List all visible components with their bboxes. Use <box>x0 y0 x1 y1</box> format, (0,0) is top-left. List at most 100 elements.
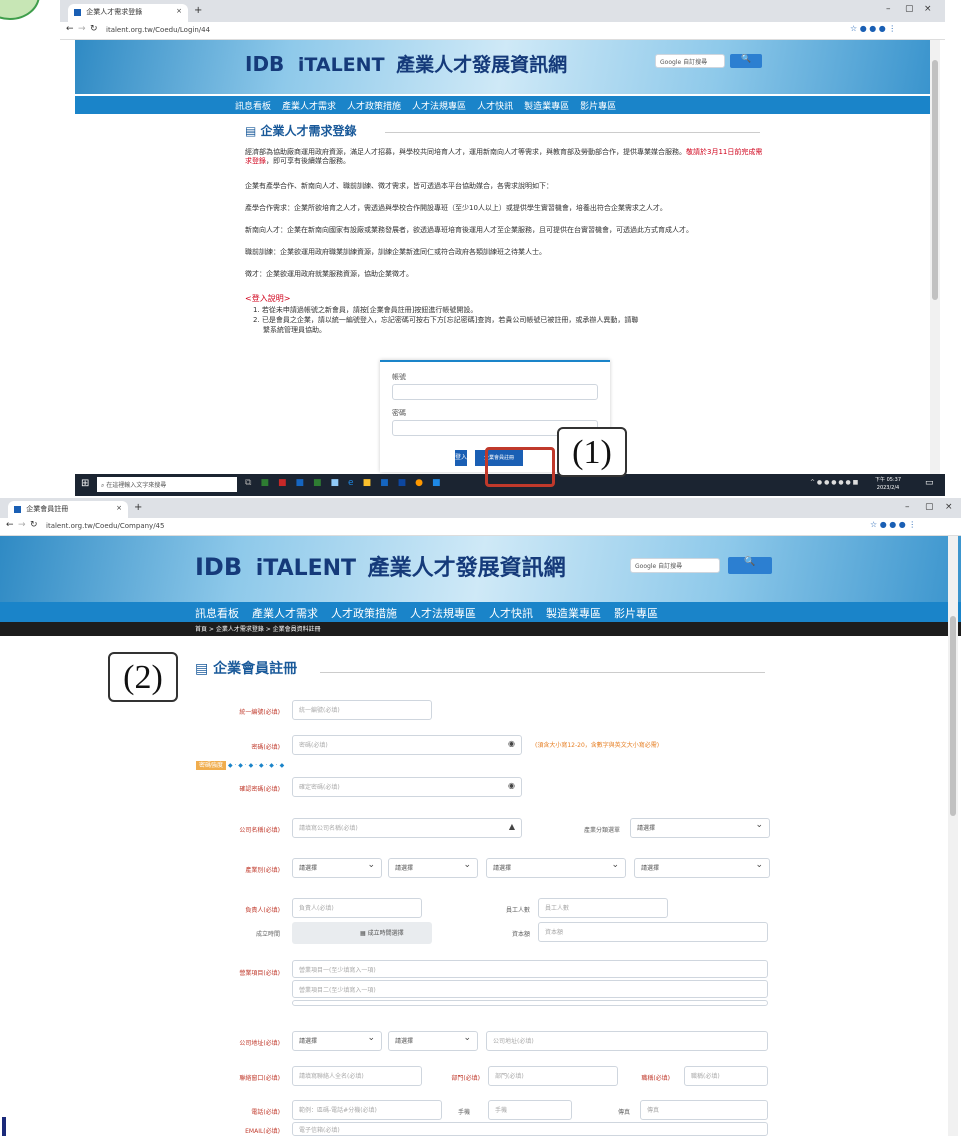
phone-input[interactable]: 範例：區碼-電話#分機(必填) <box>292 1100 442 1120</box>
breadcrumb[interactable]: 首頁 > 企業人才需求登錄 > 企業會員資料註冊 <box>195 624 321 633</box>
tab-close-icon[interactable]: × <box>176 7 182 15</box>
back-icon[interactable]: ← <box>6 520 14 530</box>
back-icon[interactable]: ← <box>66 24 74 34</box>
account-input[interactable] <box>392 384 598 400</box>
business-input-3[interactable] <box>292 1000 768 1006</box>
eye-icon[interactable]: ◉ <box>508 739 515 748</box>
company-name-label: 公司名稱(必填) <box>239 827 280 834</box>
nav-item[interactable]: 影片專區 <box>614 605 658 621</box>
bottom-screenshot: 企業會員註冊 × + – ▢ × ← → ↻ italent.org.tw/Co… <box>0 498 961 1136</box>
notification-icon[interactable]: ▭ <box>925 478 934 488</box>
title-input[interactable]: 職稱(必填) <box>684 1066 768 1086</box>
taskbar-search[interactable]: ⌕ 在這裡輸入文字來搜尋 <box>97 477 237 492</box>
eye-icon[interactable]: ◉ <box>508 781 515 790</box>
nav-item[interactable]: 產業人才需求 <box>252 605 318 621</box>
tax-id-input[interactable]: 統一編號(必填) <box>292 700 432 720</box>
browser-tabbar: 企業人才需求登錄 × + – ▢ × <box>60 0 945 22</box>
nav-item[interactable]: 人才快訊 <box>489 605 533 621</box>
contact-label: 聯絡窗口(必填) <box>239 1075 280 1082</box>
password-label: 密碼(必填) <box>251 744 280 751</box>
page-title: ▤ 企業人才需求登錄 <box>245 124 357 138</box>
window-maximize-icon[interactable]: ▢ <box>905 4 914 14</box>
window-close-icon[interactable]: × <box>924 4 932 14</box>
window-minimize-icon[interactable]: – <box>905 502 910 512</box>
email-input[interactable]: 電子信箱(必填) <box>292 1122 768 1136</box>
browser-tab[interactable]: 企業會員註冊 × <box>8 501 128 518</box>
owner-input[interactable]: 負責人(必填) <box>292 898 422 918</box>
page-scrollbar[interactable] <box>930 40 940 474</box>
founded-picker-button[interactable]: ▦ 成立時間選擇 <box>360 928 404 937</box>
page-scrollbar[interactable] <box>948 536 958 1136</box>
nav-item[interactable]: 製造業專區 <box>524 99 569 112</box>
industry-select-1[interactable]: 請選擇 <box>292 858 382 878</box>
contact-input[interactable]: 請填寫聯絡人全名(必填) <box>292 1066 422 1086</box>
system-tray[interactable]: ^ ● ● ● ● ● ■ <box>810 479 858 486</box>
nav-item[interactable]: 人才法規專區 <box>410 605 476 621</box>
nav-item[interactable]: 影片專區 <box>580 99 616 112</box>
windows-start-icon[interactable]: ⊞ <box>81 478 89 489</box>
business-input-1[interactable]: 營業項目一(至少填寫入一項) <box>292 960 768 978</box>
industry-category-select[interactable]: 請選擇 <box>630 818 770 838</box>
need-industry-academia: 產學合作需求：企業所欲培育之人才，需透過與學校合作開設專班（至少10人以上）或提… <box>245 204 667 212</box>
site-search-input[interactable]: Google 自訂搜尋 <box>630 558 720 573</box>
site-search-button[interactable]: 🔍 <box>728 557 772 574</box>
taskbar-apps[interactable]: ⧉ ■ ■ ■ ■ ■ e ■ ■ ■ ● ■ <box>245 478 440 488</box>
new-tab-icon[interactable]: + <box>134 502 142 513</box>
industry-select-2[interactable]: 請選擇 <box>388 858 478 878</box>
nav-item[interactable]: 人才政策措施 <box>331 605 397 621</box>
tab-close-icon[interactable]: × <box>116 504 122 512</box>
site-banner: IDB iTALENT 產業人才發展資訊網 Google 自訂搜尋 🔍 <box>0 536 961 602</box>
district-select[interactable]: 請選擇 <box>388 1031 478 1051</box>
url-field[interactable]: italent.org.tw/Coedu/Login/44 <box>106 26 210 34</box>
city-select[interactable]: 請選擇 <box>292 1031 382 1051</box>
browser-extension-icons[interactable]: ☆ ● ● ● ⋮ <box>850 24 896 33</box>
mobile-input[interactable]: 手機 <box>488 1100 572 1120</box>
site-search-input[interactable]: Google 自訂搜尋 <box>655 54 725 68</box>
capital-input[interactable]: 資本額 <box>538 922 768 942</box>
password-input[interactable]: 密碼(必填) ◉ <box>292 735 522 755</box>
login-button[interactable]: 登入 <box>455 450 467 466</box>
left-edge-marker <box>2 1117 6 1136</box>
login-note-1: 1. 若從未申請過帳號之新會員，請按[企業會員註冊]按鈕進行帳號開設。 <box>253 306 478 314</box>
nav-item[interactable]: 製造業專區 <box>546 605 601 621</box>
forward-icon[interactable]: → <box>78 24 86 34</box>
confirm-password-input[interactable]: 確定密碼(必填) ◉ <box>292 777 522 797</box>
department-input[interactable]: 部門(必填) <box>488 1066 618 1086</box>
login-note-3: 繫系統管理員協助。 <box>263 326 326 334</box>
email-label: EMAIL(必填) <box>245 1128 280 1135</box>
nav-item[interactable]: 產業人才需求 <box>282 99 336 112</box>
reload-icon[interactable]: ↻ <box>90 24 98 34</box>
address-label: 公司地址(必填) <box>239 1040 280 1047</box>
industry-label: 產業別(必填) <box>245 867 280 874</box>
business-input-2[interactable]: 營業項目二(至少填寫入一項) <box>292 980 768 998</box>
nav-item[interactable]: 訊息看板 <box>195 605 239 621</box>
window-minimize-icon[interactable]: – <box>886 4 891 14</box>
browser-extension-icons[interactable]: ☆ ● ● ● ⋮ <box>870 520 916 529</box>
company-name-input[interactable]: 請填寫公司名稱(必填) ▲ <box>292 818 522 838</box>
nav-item[interactable]: 訊息看板 <box>235 99 271 112</box>
industry-select-3[interactable]: 請選擇 <box>486 858 626 878</box>
tab-title: 企業會員註冊 <box>26 505 69 513</box>
window-close-icon[interactable]: × <box>945 502 953 512</box>
forward-icon[interactable]: → <box>18 520 26 530</box>
nav-item[interactable]: 人才快訊 <box>477 99 513 112</box>
industry-select-4[interactable]: 請選擇 <box>634 858 770 878</box>
site-search-button[interactable]: 🔍 <box>730 54 762 68</box>
reload-icon[interactable]: ↻ <box>30 520 38 530</box>
address-input[interactable]: 公司地址(必填) <box>486 1031 768 1051</box>
site-logo[interactable]: IDB iTALENT 產業人才發展資訊網 <box>195 550 615 584</box>
employees-input[interactable]: 員工人數 <box>538 898 668 918</box>
browser-tab[interactable]: 企業人才需求登錄 × <box>68 4 188 22</box>
account-label: 帳號 <box>392 373 406 381</box>
new-tab-icon[interactable]: + <box>194 5 202 16</box>
step-bubble <box>0 0 40 20</box>
nav-item[interactable]: 人才法規專區 <box>412 99 466 112</box>
fax-input[interactable]: 傳真 <box>640 1100 768 1120</box>
taskbar-clock[interactable]: 下午 05:37 2023/2/4 <box>875 476 901 492</box>
step2-callout: (2) <box>108 652 178 702</box>
nav-item[interactable]: 人才政策措施 <box>347 99 401 112</box>
window-maximize-icon[interactable]: ▢ <box>925 502 934 512</box>
site-logo[interactable]: IDB iTALENT 產業人才發展資訊網 <box>245 50 665 80</box>
business-items-label: 營業項目(必填) <box>239 970 280 977</box>
url-field[interactable]: italent.org.tw/Coedu/Company/45 <box>46 522 164 530</box>
